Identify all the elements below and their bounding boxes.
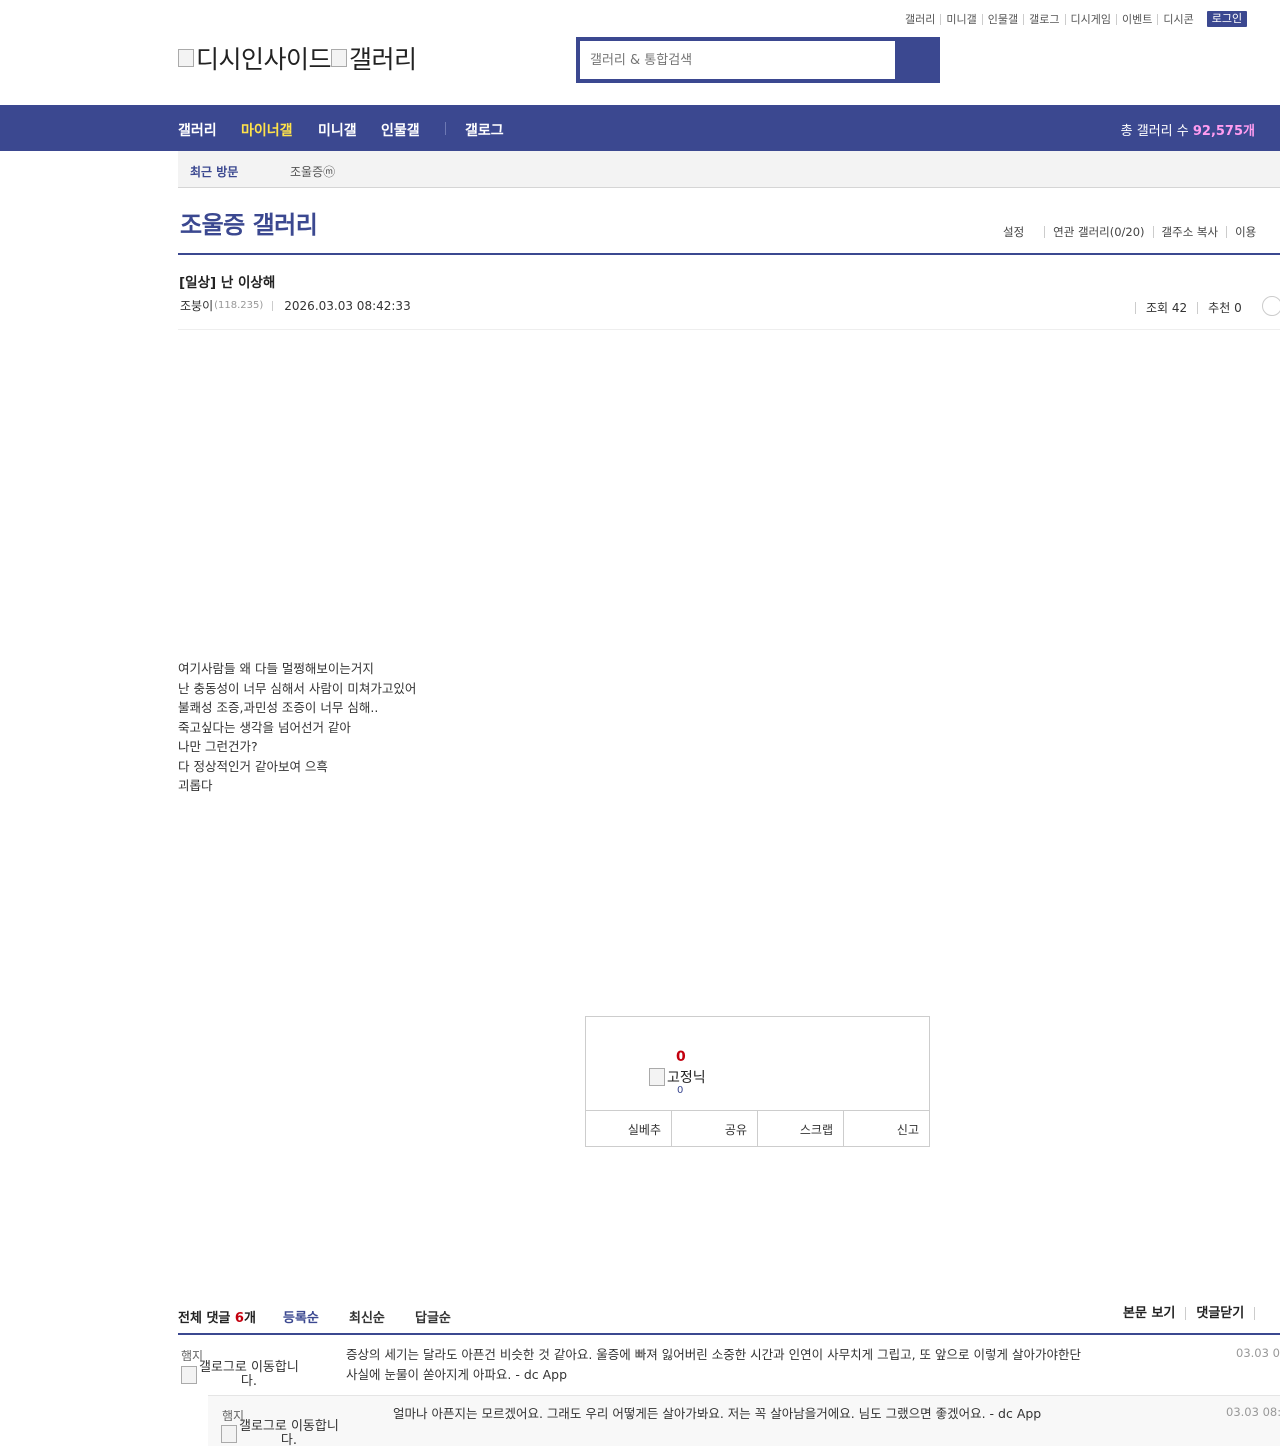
share-button[interactable]: 공유 <box>671 1111 757 1147</box>
reply-text: 얼마나 아픈지는 모르겠어요. 그래도 우리 어떻게든 살아가봐요. 저는 꼭 … <box>393 1406 1042 1421</box>
reply-gallog-image-alt-line: 다. <box>280 1433 297 1448</box>
post-body-line: 여기사람들 왜 다들 멀쩡해보이는거지 <box>178 661 374 676</box>
site-logo[interactable]: 디시인사이드 갤러리 <box>178 40 417 76</box>
fixed-nick-recommend-button[interactable]: 고정닉 <box>649 1067 706 1087</box>
recent-visit-bar: 최근 방문 조울증ⓜ <box>178 151 1280 188</box>
toplink-person-gallery[interactable]: 인물갤 <box>981 13 1023 25</box>
reply-comment: 햄지 갤로그로 이동합니 다. 얼마나 아픈지는 모르겠어요. 그래도 우리 어… <box>208 1395 1280 1448</box>
title-divider <box>178 253 1280 255</box>
related-gallery-link[interactable]: 연관 갤러리(0/20) <box>1044 226 1152 238</box>
logo-image-gallery: 갤러리 <box>331 40 417 76</box>
sort-registered[interactable]: 등록순 <box>283 1307 319 1326</box>
comment-text: 증상의 세기는 달라도 아픈건 비슷한 것 같아요. 울증에 빠져 잃어버린 소… <box>346 1345 1206 1385</box>
gallery-menu: 설정 연관 갤러리(0/20) 갤주소 복사 이용 <box>995 226 1264 238</box>
post-meta: 조붕이 (118.235) 2026.03.03 08:42:33 <box>180 297 411 314</box>
post-body-line: 죽고싶다는 생각을 넘어선거 같아 <box>178 719 351 735</box>
more-options-button[interactable] <box>1261 296 1280 316</box>
post-title: [일상] 난 이상해 <box>179 275 276 291</box>
search-button[interactable] <box>896 41 936 79</box>
logo-alt-gallery: 갤러리 <box>349 45 417 74</box>
toplink-mini-gallery[interactable]: 미니갤 <box>940 13 981 25</box>
search-box <box>576 37 940 83</box>
nav-mini-gallery[interactable]: 미니갤 <box>318 120 357 140</box>
post-author-ip: (118.235) <box>214 300 264 311</box>
best-recommend-button[interactable]: 실베추 <box>586 1111 671 1147</box>
scrap-button[interactable]: 스크랩 <box>757 1111 843 1147</box>
reply-gallog-image-alt-line: 갤로그로 이동합니 <box>239 1419 339 1434</box>
gallog-image-alt-line: 다. <box>240 1374 257 1389</box>
comment-text-line: 증상의 세기는 달라도 아픈건 비슷한 것 같아요. 울증에 빠져 잃어버린 소… <box>346 1347 1081 1362</box>
comments-divider <box>178 1333 1280 1335</box>
nav-person-gallery[interactable]: 인물갤 <box>381 120 420 140</box>
post-body-line: 다 정상적인거 같아보여 으흑 <box>178 758 328 774</box>
toplink-dccon[interactable]: 디시콘 <box>1157 13 1198 25</box>
fixed-nick-recommend-count: 0 <box>677 1085 684 1096</box>
sort-replies[interactable]: 답글순 <box>415 1307 451 1326</box>
total-gallery-value: 92,575개 <box>1192 124 1255 139</box>
post-author[interactable]: 조붕이 <box>180 297 213 314</box>
gallog-image-alt-line: 갤로그로 이동합니 <box>199 1360 299 1375</box>
usage-link[interactable]: 이용 <box>1226 226 1264 238</box>
comments-count: 6 <box>234 1311 244 1326</box>
search-input[interactable] <box>580 41 895 79</box>
report-button[interactable]: 신고 <box>843 1111 929 1147</box>
comments-label: 전체 댓글 <box>178 1311 231 1326</box>
nav-minor-gallery[interactable]: 마이너갤 <box>241 120 293 140</box>
post-body-line: 괴롭다 <box>178 778 213 793</box>
logo-image-dcinside: 디시인사이드 <box>178 40 332 76</box>
meta-divider <box>272 300 274 311</box>
nav-gallog[interactable]: 갤로그 <box>465 120 504 140</box>
post-date: 2026.03.03 08:42:33 <box>284 298 411 313</box>
main-nav: 갤러리 마이너갤 미니갤 인물갤 갤로그 총 갤러리 수 92,575개 <box>0 105 1280 151</box>
logo-alt-dcinside: 디시인사이드 <box>196 45 332 74</box>
recommend-count: 0 <box>676 1049 686 1065</box>
post-body-line: 나만 그런건가? <box>178 739 258 754</box>
recommend-box: 0 고정닉 0 실베추 공유 스크랩 신고 <box>585 1016 930 1147</box>
gallery-settings-link[interactable]: 설정 <box>995 226 1044 238</box>
fixed-nick-image-alt: 고정닉 <box>667 1070 706 1086</box>
view-post-button[interactable]: 본문 보기 <box>1123 1307 1185 1320</box>
comments-count-unit: 개 <box>243 1311 256 1326</box>
post-recommend-count: 추천 0 <box>1197 301 1252 314</box>
reply-gallog-link-image[interactable]: 갤로그로 이동합니 다. <box>221 1420 339 1448</box>
recommend-actions: 실베추 공유 스크랩 신고 <box>586 1110 929 1147</box>
comment-date: 03.03 08 <box>1236 1346 1280 1360</box>
gallog-image-alt: 갤로그로 이동합니 다. <box>199 1361 299 1389</box>
reply-date: 03.03 08:4 <box>1226 1405 1280 1419</box>
copy-gallery-address-link[interactable]: 갤주소 복사 <box>1152 226 1227 238</box>
sort-latest[interactable]: 최신순 <box>349 1307 385 1326</box>
toplink-dc-game[interactable]: 디시게임 <box>1064 13 1116 25</box>
post-views: 조회 42 <box>1135 301 1197 314</box>
post-body-line: 불쾌성 조증,과민성 조증이 너무 심해.. <box>178 700 379 715</box>
total-gallery-label: 총 갤러리 수 <box>1120 124 1189 139</box>
comment-actions-divider <box>1254 1307 1275 1320</box>
comment-text-line: 사실에 눈물이 쏟아지게 아파요. - dc App <box>346 1367 568 1382</box>
toplink-gallery[interactable]: 갤러리 <box>900 14 940 25</box>
login-button[interactable]: 로그인 <box>1206 11 1248 27</box>
post-stats: 조회 42 추천 0 <box>1135 296 1280 316</box>
close-comments-button[interactable]: 댓글닫기 <box>1185 1307 1254 1320</box>
post-body: 여기사람들 왜 다들 멀쩡해보이는거지 난 충동성이 너무 심해서 사람이 미쳐… <box>178 659 416 796</box>
recent-visit-label[interactable]: 최근 방문 <box>190 163 238 180</box>
nav-divider <box>445 122 446 135</box>
recent-visit-item[interactable]: 조울증ⓜ <box>290 163 335 180</box>
top-links: 갤러리 미니갤 인물갤 갤로그 디시게임 이벤트 디시콘 로그인 <box>900 10 1248 28</box>
reply-gallog-image-alt: 갤로그로 이동합니 다. <box>239 1420 339 1448</box>
total-gallery-count: 총 갤러리 수 92,575개 <box>1121 120 1255 139</box>
nav-gallery[interactable]: 갤러리 <box>178 120 217 140</box>
post-body-line: 난 충동성이 너무 심해서 사람이 미쳐가고있어 <box>178 680 417 696</box>
comment-actions: 본문 보기 댓글닫기 <box>1123 1307 1275 1320</box>
comments-header: 전체 댓글 6개 <box>178 1307 256 1326</box>
post-divider <box>178 329 1280 330</box>
toplink-gallog[interactable]: 갤로그 <box>1023 13 1064 25</box>
gallog-link-image[interactable]: 갤로그로 이동합니 다. <box>181 1361 299 1389</box>
gallery-title[interactable]: 조울증 갤러리 <box>180 205 318 240</box>
toplink-event[interactable]: 이벤트 <box>1115 13 1157 25</box>
